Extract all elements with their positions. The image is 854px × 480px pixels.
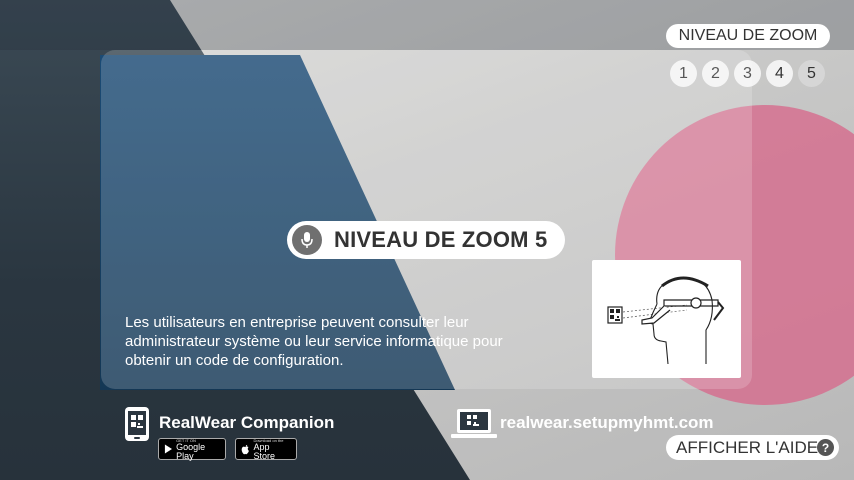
zoom-level-label[interactable]: NIVEAU DE ZOOM (666, 24, 830, 48)
zoom-level-5-button[interactable]: 5 (798, 60, 825, 87)
phone-qr-icon (124, 406, 150, 447)
zoom-level-4-button[interactable]: 4 (766, 60, 793, 87)
setup-instructions-text: Les utilisateurs en entreprise peuvent c… (125, 314, 503, 369)
companion-app-title: RealWear Companion (159, 413, 335, 432)
app-store-badge-label: App Store (253, 441, 275, 461)
laptop-qr-icon (451, 408, 497, 445)
qr-code-icon (607, 306, 623, 324)
zoom-level-indicator-text: NIVEAU DE ZOOM 5 (334, 227, 548, 252)
show-help-button[interactable]: AFFICHER L'AIDE ? (666, 435, 839, 460)
help-question-icon: ? (817, 439, 834, 456)
google-play-icon (164, 444, 173, 454)
google-play-badge-label: Google Play (176, 441, 206, 461)
zoom-level-indicator: NIVEAU DE ZOOM 5 (287, 221, 565, 259)
headset-scan-illustration (592, 260, 741, 378)
google-play-badge[interactable]: GET IT ON Google Play (158, 438, 226, 460)
apple-icon (241, 444, 249, 454)
app-store-badge[interactable]: Download on the App Store (235, 438, 297, 460)
show-help-label: AFFICHER L'AIDE (676, 437, 819, 457)
microphone-icon (292, 225, 322, 255)
setup-website-url: realwear.setupmyhmt.com (500, 413, 714, 432)
